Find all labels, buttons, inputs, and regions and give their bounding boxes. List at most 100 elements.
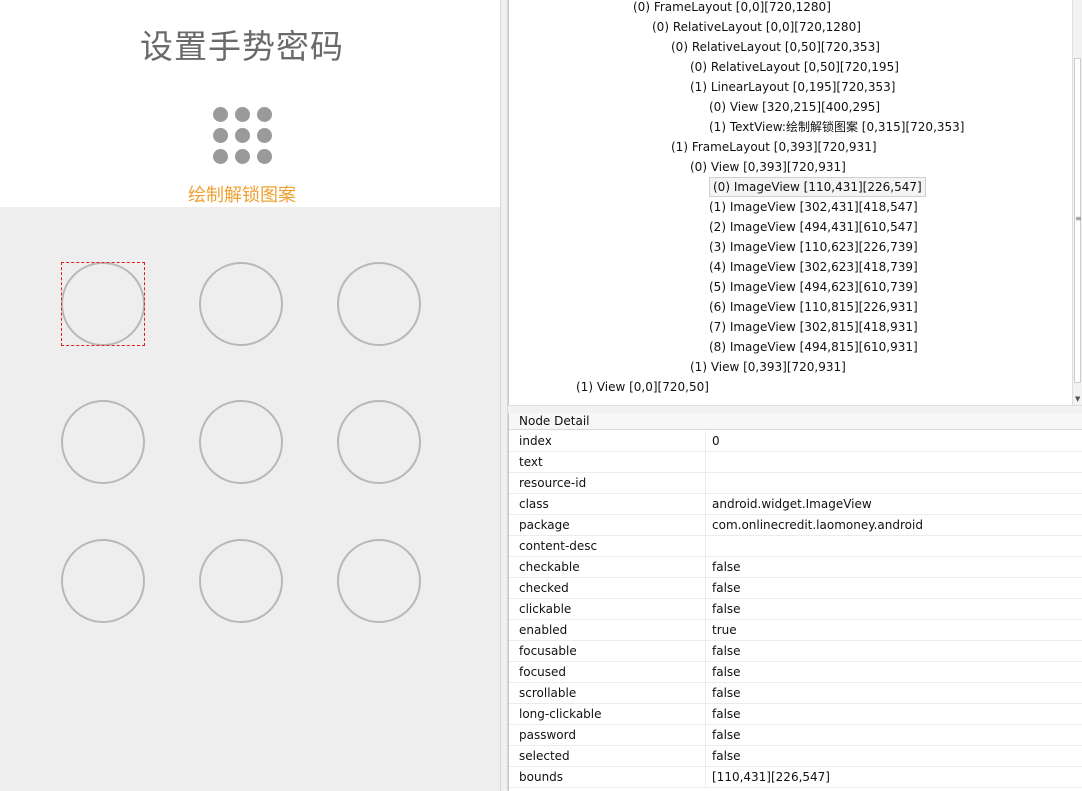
tree-node[interactable]: (1) View [0,0][720,50] <box>576 377 709 397</box>
pattern-node-5[interactable] <box>337 400 421 484</box>
detail-row: scrollable false <box>509 683 1082 704</box>
detail-value[interactable]: false <box>712 599 741 619</box>
detail-value[interactable]: false <box>712 641 741 661</box>
detail-value[interactable]: false <box>712 662 741 682</box>
detail-row: checked false <box>509 578 1082 599</box>
pattern-node-2[interactable] <box>337 262 421 346</box>
detail-row: focusable false <box>509 641 1082 662</box>
preview-dot-icon <box>235 149 250 164</box>
pattern-node-1[interactable] <box>199 262 283 346</box>
screen-header: 设置手势密码 绘制解锁图案 <box>0 0 500 207</box>
column-divider <box>705 662 706 683</box>
detail-value[interactable]: [110,431][226,547] <box>712 767 830 787</box>
hierarchy-tree[interactable]: (0) FrameLayout [0,0][720,1280] (0) Relat… <box>508 0 1082 405</box>
detail-row: password false <box>509 725 1082 746</box>
tree-node[interactable]: (1) View [0,393][720,931] <box>690 357 846 377</box>
column-divider <box>705 452 706 473</box>
detail-value[interactable]: com.onlinecredit.laomoney.android <box>712 515 923 535</box>
preview-dot-icon <box>213 107 228 122</box>
node-detail-header: Node Detail <box>509 413 1082 430</box>
detail-key: resource-id <box>519 476 587 490</box>
tree-node[interactable]: (0) View [0,393][720,931] <box>690 157 846 177</box>
pattern-node-7[interactable] <box>199 539 283 623</box>
tree-node[interactable]: (1) ImageView [302,431][418,547] <box>709 197 918 217</box>
tree-node[interactable]: (6) ImageView [110,815][226,931] <box>709 297 918 317</box>
detail-value[interactable]: false <box>712 704 741 724</box>
column-divider <box>705 620 706 641</box>
preview-dot-icon <box>257 107 272 122</box>
tree-node[interactable]: (1) TextView:绘制解锁图案 [0,315][720,353] <box>709 117 964 137</box>
detail-row: package com.onlinecredit.laomoney.android <box>509 515 1082 536</box>
pane-splitter[interactable] <box>500 0 508 791</box>
tree-node[interactable]: (8) ImageView [494,815][610,931] <box>709 337 918 357</box>
detail-key: selected <box>519 749 570 763</box>
detail-key: text <box>519 455 543 469</box>
detail-key: long-clickable <box>519 707 602 721</box>
tree-node[interactable]: (0) View [320,215][400,295] <box>709 97 880 117</box>
detail-row: resource-id <box>509 473 1082 494</box>
tree-node[interactable]: (1) LinearLayout [0,195][720,353] <box>690 77 895 97</box>
preview-dot-icon <box>257 128 272 143</box>
detail-key: scrollable <box>519 686 577 700</box>
detail-value[interactable]: true <box>712 620 737 640</box>
tree-node[interactable]: (5) ImageView [494,623][610,739] <box>709 277 918 297</box>
detail-row: enabled true <box>509 620 1082 641</box>
detail-value[interactable]: android.widget.ImageView <box>712 494 872 514</box>
tree-node[interactable]: (0) RelativeLayout [0,50][720,195] <box>690 57 899 77</box>
detail-value[interactable]: false <box>712 746 741 766</box>
device-screenshot[interactable]: 设置手势密码 绘制解锁图案 <box>0 0 500 791</box>
detail-row: checkable false <box>509 557 1082 578</box>
column-divider <box>705 767 706 788</box>
detail-value[interactable]: false <box>712 683 741 703</box>
pattern-node-6[interactable] <box>61 539 145 623</box>
pattern-node-4[interactable] <box>199 400 283 484</box>
detail-row: text <box>509 452 1082 473</box>
column-divider <box>705 704 706 725</box>
column-divider <box>705 431 706 452</box>
detail-key: enabled <box>519 623 568 637</box>
detail-value[interactable]: false <box>712 557 741 577</box>
tree-node[interactable]: (0) RelativeLayout [0,0][720,1280] <box>652 17 861 37</box>
pattern-node-8[interactable] <box>337 539 421 623</box>
detail-row: index 0 <box>509 431 1082 452</box>
detail-key: class <box>519 497 549 511</box>
tree-node[interactable]: (0) RelativeLayout [0,50][720,353] <box>671 37 880 57</box>
detail-value[interactable]: 0 <box>712 431 720 451</box>
pattern-preview-icon <box>211 105 273 167</box>
tree-horizontal-scrollbar[interactable] <box>508 405 1082 413</box>
pattern-node-0[interactable] <box>61 262 145 346</box>
column-divider <box>705 557 706 578</box>
detail-row: bounds [110,431][226,547] <box>509 767 1082 788</box>
detail-row: focused false <box>509 662 1082 683</box>
tree-node[interactable]: (2) ImageView [494,431][610,547] <box>709 217 918 237</box>
detail-value[interactable]: false <box>712 725 741 745</box>
node-detail-panel: Node Detail index 0 text resource-id class an… <box>508 413 1082 791</box>
tree-node[interactable]: (0) FrameLayout [0,0][720,1280] <box>633 0 831 17</box>
column-divider <box>705 536 706 557</box>
column-divider <box>705 725 706 746</box>
detail-key: clickable <box>519 602 572 616</box>
tree-vertical-scrollbar[interactable]: ≡ ▼ <box>1072 0 1082 405</box>
column-divider <box>705 683 706 704</box>
detail-key: checked <box>519 581 569 595</box>
column-divider <box>705 746 706 767</box>
tree-node[interactable]: (7) ImageView [302,815][418,931] <box>709 317 918 337</box>
tree-node[interactable]: (4) ImageView [302,623][418,739] <box>709 257 918 277</box>
detail-row: class android.widget.ImageView <box>509 494 1082 515</box>
scrollbar-grip-icon: ≡ <box>1075 214 1082 223</box>
detail-key: focusable <box>519 644 577 658</box>
detail-row: long-clickable false <box>509 704 1082 725</box>
scroll-down-icon[interactable]: ▼ <box>1075 395 1080 403</box>
column-divider <box>705 515 706 536</box>
preview-dot-icon <box>213 149 228 164</box>
detail-value[interactable]: false <box>712 578 741 598</box>
tree-node[interactable]: (1) FrameLayout [0,393][720,931] <box>671 137 877 157</box>
detail-key: content-desc <box>519 539 598 553</box>
column-divider <box>705 473 706 494</box>
detail-key: focused <box>519 665 567 679</box>
detail-key: bounds <box>519 770 564 784</box>
tree-node[interactable]: (0) ImageView [110,431][226,547] <box>709 177 926 197</box>
pattern-node-3[interactable] <box>61 400 145 484</box>
detail-key: index <box>519 434 552 448</box>
tree-node[interactable]: (3) ImageView [110,623][226,739] <box>709 237 918 257</box>
